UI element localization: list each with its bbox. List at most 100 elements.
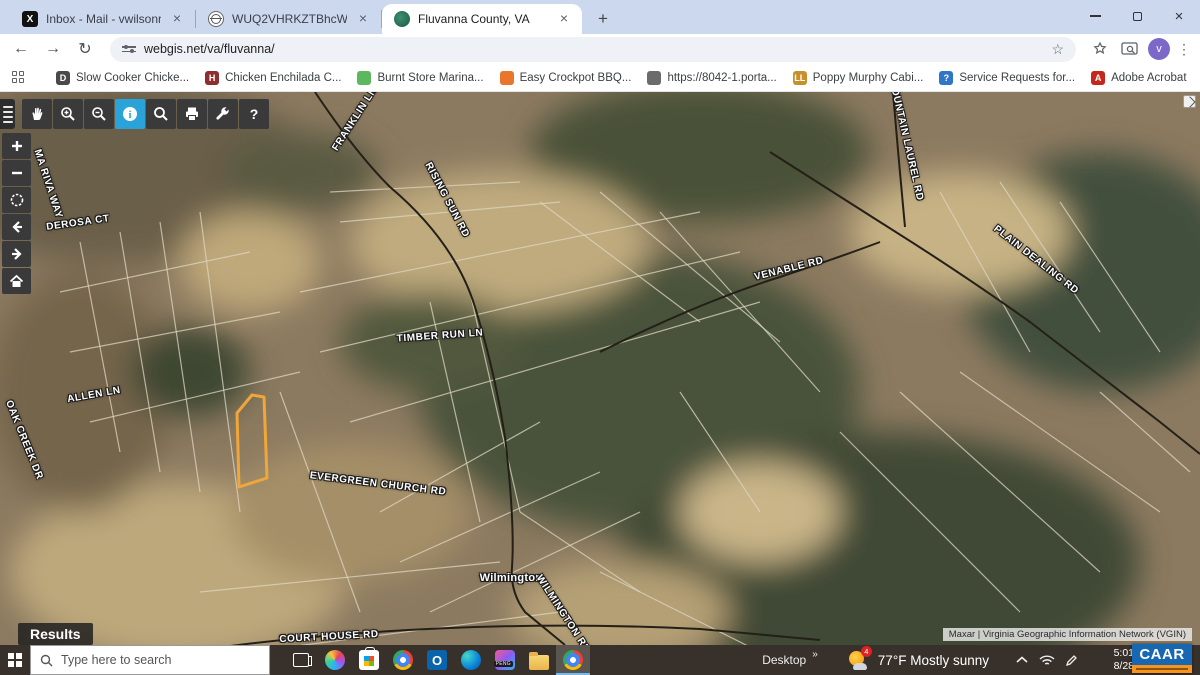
caar-logo-orange-strip (1132, 665, 1192, 673)
pan-tool-button[interactable] (22, 99, 52, 129)
bookmark-item[interactable]: DSlow Cooker Chicke... (56, 71, 189, 85)
bookmark-item[interactable]: ?Service Requests for... (939, 71, 1075, 85)
bookmark-list-icon[interactable] (1088, 37, 1112, 61)
weather-text: 77°F Mostly sunny (878, 653, 989, 668)
url-text[interactable]: webgis.net/va/fluvanna/ (144, 42, 1043, 56)
profile-avatar[interactable]: v (1148, 38, 1170, 60)
bookmark-favicon-icon (357, 71, 371, 85)
edge-taskbar-icon[interactable] (454, 645, 488, 675)
bookmark-item[interactable]: HChicken Enchilada C... (205, 71, 341, 85)
tab-title: WUQ2VHRKZTBhcWtHWVVjbX... (232, 12, 347, 26)
copilot-taskbar-icon[interactable] (318, 645, 352, 675)
minimize-button[interactable] (1074, 0, 1116, 32)
reload-button[interactable]: ↻ (72, 36, 98, 62)
tab-close-icon[interactable]: × (355, 11, 371, 27)
edge-icon (461, 650, 481, 670)
maximize-button[interactable] (1116, 0, 1158, 32)
bookmark-star-icon[interactable]: ☆ (1051, 41, 1064, 58)
tab-close-icon[interactable]: × (556, 11, 572, 27)
bookmark-item[interactable]: LL Poppy Murphy Cabi... (793, 71, 924, 85)
bookmark-label: Poppy Murphy Cabi... (813, 72, 924, 84)
task-view-icon (293, 653, 309, 667)
results-panel-header[interactable]: Results (18, 623, 93, 645)
taskbar-search-box[interactable]: Type here to search (30, 645, 270, 675)
back-extent-button[interactable] (2, 214, 31, 240)
bookmark-favicon-icon: A (1091, 71, 1105, 85)
identify-tool-button[interactable]: i (115, 99, 145, 129)
bookmark-label: Slow Cooker Chicke... (76, 72, 189, 84)
start-button[interactable] (0, 645, 30, 675)
tab-fluvanna-county-active[interactable]: Fluvanna County, VA × (382, 4, 582, 34)
microsoft-store-taskbar-icon[interactable] (352, 645, 386, 675)
chevron-expand-icon[interactable]: » (812, 649, 818, 660)
file-explorer-taskbar-icon[interactable] (522, 645, 556, 675)
zoom-out-button[interactable] (2, 160, 31, 186)
gis-map-viewport[interactable]: FRANKLIN LNMA RIVA WAYDEROSA CTRISING SU… (0, 92, 1200, 645)
tab-close-icon[interactable]: × (169, 11, 185, 27)
chrome-taskbar-icon[interactable] (386, 645, 420, 675)
weather-alert-badge: 4 (861, 646, 872, 657)
desktop-screen: X Inbox - Mail - vwilsonrealtor@... × WU… (0, 0, 1200, 675)
print-tool-button[interactable] (177, 99, 207, 129)
designer-taskbar-icon[interactable]: PENG (488, 645, 522, 675)
help-tool-button[interactable]: ? (239, 99, 269, 129)
pen-icon[interactable] (1065, 654, 1078, 667)
close-window-button[interactable]: × (1158, 0, 1200, 32)
browser-menu-icon[interactable]: ⋮ (1176, 41, 1192, 58)
app-badge: PENG (494, 661, 513, 667)
windows-taskbar: Type here to search O PENG Desktop » 4 77… (0, 645, 1200, 675)
map-overview-toggle-icon[interactable] (1183, 95, 1196, 108)
bookmark-label: Burnt Store Marina... (377, 72, 483, 84)
tools-tool-button[interactable] (208, 99, 238, 129)
weather-widget[interactable]: 4 77°F Mostly sunny (848, 650, 989, 670)
caar-logo-text: CAAR (1132, 644, 1192, 665)
show-hidden-icons-chevron[interactable] (1015, 655, 1029, 665)
search-tool-button[interactable] (146, 99, 176, 129)
caar-logo: CAAR (1132, 644, 1192, 673)
bookmark-favicon-icon: LL (793, 71, 807, 85)
browser-tab-strip: X Inbox - Mail - vwilsonrealtor@... × WU… (0, 0, 1200, 34)
chrome-active-icon (563, 650, 583, 670)
map-attribution: Maxar | Virginia Geographic Information … (943, 628, 1192, 641)
task-view-taskbar-icon[interactable] (284, 645, 318, 675)
outlook-icon: O (427, 650, 447, 670)
tab-wuq2[interactable]: WUQ2VHRKZTBhcWtHWVVjbX... × (196, 4, 381, 34)
site-settings-icon[interactable] (122, 46, 136, 52)
desktop-toolbar[interactable]: Desktop » (762, 653, 818, 667)
clock-date: 8/28 (1092, 660, 1134, 673)
copilot-icon (325, 650, 345, 670)
wifi-icon[interactable] (1039, 654, 1055, 667)
bookmark-item[interactable]: https://8042-1.porta... (647, 71, 776, 85)
outlook-taskbar-icon[interactable]: O (420, 645, 454, 675)
file-explorer-icon (529, 655, 549, 670)
zoom-in-tool-button[interactable] (53, 99, 83, 129)
search-icon (40, 654, 53, 667)
window-controls: × (1074, 0, 1200, 32)
bookmark-item[interactable]: Easy Crockpot BBQ... (500, 71, 632, 85)
forward-extent-button[interactable] (2, 241, 31, 267)
new-tab-button[interactable]: + (590, 6, 616, 32)
home-extent-button[interactable] (2, 268, 31, 294)
apps-grid-icon[interactable] (12, 71, 24, 85)
tab-title: Fluvanna County, VA (418, 12, 548, 26)
zoom-in-button[interactable] (2, 133, 31, 159)
weather-sun-icon: 4 (848, 650, 870, 670)
globe-tab-favicon-icon (208, 11, 224, 27)
address-bar[interactable]: webgis.net/va/fluvanna/ ☆ (110, 37, 1076, 62)
zoom-out-tool-button[interactable] (84, 99, 114, 129)
chrome-active-taskbar-icon[interactable] (556, 645, 590, 675)
tab-inbox-mail[interactable]: X Inbox - Mail - vwilsonrealtor@... × (10, 4, 195, 34)
search-placeholder: Type here to search (61, 653, 171, 667)
svg-text:i: i (128, 109, 131, 121)
bookmark-favicon-icon: H (205, 71, 219, 85)
bookmark-item[interactable]: AAdobe Acrobat (1091, 71, 1186, 85)
map-zoom-toolbar (2, 133, 31, 294)
bookmark-item[interactable]: Burnt Store Marina... (357, 71, 483, 85)
back-button[interactable]: ← (8, 36, 34, 62)
forward-button[interactable]: → (40, 36, 66, 62)
map-menu-toggle[interactable] (0, 99, 15, 129)
geolocate-button[interactable] (2, 187, 31, 213)
aerial-imagery (0, 92, 1200, 645)
taskbar-clock[interactable]: 5:01 8/28 (1092, 647, 1134, 673)
search-tabs-icon[interactable] (1118, 37, 1142, 61)
